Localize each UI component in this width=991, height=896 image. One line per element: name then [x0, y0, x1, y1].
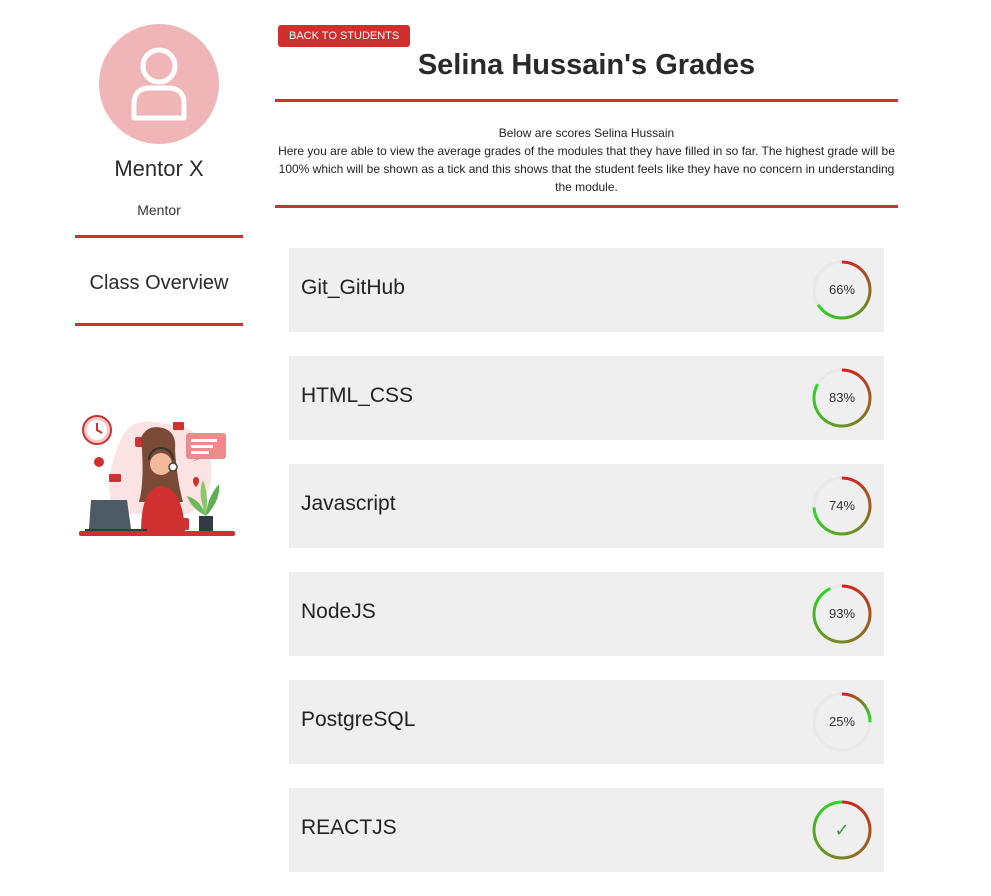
progress-label: 74%: [811, 475, 873, 537]
module-name: HTML_CSS: [301, 384, 413, 408]
progress-ring: 74%: [811, 475, 873, 537]
progress-label: ✓: [811, 799, 873, 861]
module-card[interactable]: REACTJS ✓: [289, 788, 884, 872]
header-divider: [275, 99, 898, 102]
header-divider: [275, 205, 898, 208]
module-card[interactable]: HTML_CSS 83%: [289, 356, 884, 440]
sidebar-divider: [75, 323, 243, 326]
module-card[interactable]: NodeJS 93%: [289, 572, 884, 656]
progress-label: 66%: [811, 259, 873, 321]
intro-text: Below are scores Selina Hussain Here you…: [275, 124, 898, 196]
progress-ring: ✓: [811, 799, 873, 861]
avatar: [99, 24, 219, 144]
module-name: NodeJS: [301, 600, 376, 624]
module-name: Javascript: [301, 492, 396, 516]
module-card[interactable]: Javascript 74%: [289, 464, 884, 548]
module-list: Git_GitHub 66% HTML_CSS 83% Javascript 7…: [289, 248, 884, 896]
mentor-role: Mentor: [75, 202, 243, 218]
intro-line2: Here you are able to view the average gr…: [275, 142, 898, 196]
progress-label: 83%: [811, 367, 873, 429]
user-icon: [129, 44, 189, 124]
page-title: Selina Hussain's Grades: [275, 49, 898, 82]
back-to-students-button[interactable]: BACK TO STUDENTS: [278, 25, 410, 47]
module-name: PostgreSQL: [301, 708, 415, 732]
module-card[interactable]: PostgreSQL 25%: [289, 680, 884, 764]
module-card[interactable]: Git_GitHub 66%: [289, 248, 884, 332]
module-name: REACTJS: [301, 816, 397, 840]
module-name: Git_GitHub: [301, 276, 405, 300]
mentor-name: Mentor X: [75, 156, 243, 182]
intro-line1: Below are scores Selina Hussain: [275, 124, 898, 142]
mentor-illustration: [79, 384, 239, 544]
progress-ring: 83%: [811, 367, 873, 429]
progress-ring: 25%: [811, 691, 873, 753]
progress-label: 25%: [811, 691, 873, 753]
sidebar-divider: [75, 235, 243, 238]
progress-ring: 66%: [811, 259, 873, 321]
class-overview-link[interactable]: Class Overview: [75, 272, 243, 295]
progress-label: 93%: [811, 583, 873, 645]
progress-ring: 93%: [811, 583, 873, 645]
